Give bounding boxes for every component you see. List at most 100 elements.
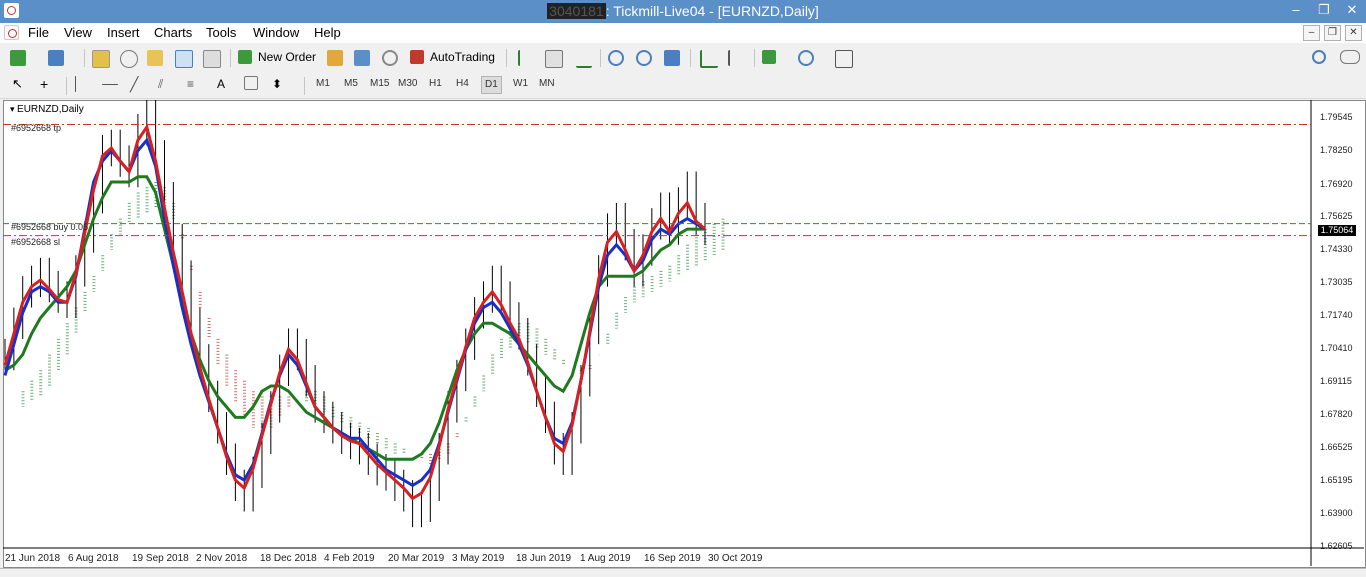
price-tick-label: 1.62605 bbox=[1320, 541, 1353, 551]
price-tick-label: 1.70410 bbox=[1320, 343, 1353, 353]
new-order-button[interactable]: New Order bbox=[258, 50, 316, 64]
timeframe-m30[interactable]: M30 bbox=[398, 78, 417, 89]
timeframe-h4[interactable]: H4 bbox=[456, 78, 469, 89]
timeframe-h1[interactable]: H1 bbox=[429, 78, 442, 89]
current-price-label: 1.75064 bbox=[1318, 225, 1356, 236]
minimize-button[interactable]: – bbox=[1282, 0, 1310, 23]
price-tick-label: 1.79545 bbox=[1320, 112, 1353, 122]
equidistant-channel-icon[interactable]: ⫽ bbox=[158, 76, 174, 92]
templates-icon[interactable] bbox=[835, 50, 853, 68]
date-tick-label: 1 Aug 2019 bbox=[580, 553, 631, 564]
chart-title: EURNZD,Daily bbox=[10, 104, 84, 115]
candlestick-icon[interactable] bbox=[545, 50, 563, 68]
trendline-icon[interactable]: ╱ bbox=[130, 76, 146, 92]
cursor-icon[interactable]: ↖ bbox=[12, 76, 28, 92]
price-tick-label: 1.63900 bbox=[1320, 508, 1353, 518]
autotrading-button[interactable]: AutoTrading bbox=[430, 50, 495, 64]
metaeditor-icon[interactable] bbox=[327, 50, 343, 66]
date-tick-label: 18 Dec 2018 bbox=[260, 553, 317, 564]
date-tick-label: 16 Sep 2019 bbox=[644, 553, 701, 564]
date-tick-label: 21 Jun 2018 bbox=[5, 553, 61, 564]
zoom-in-icon[interactable] bbox=[608, 50, 624, 66]
crosshair-icon[interactable]: + bbox=[40, 76, 56, 92]
window-title-rest: : Tickmill-Live04 - [EURNZD,Daily] bbox=[605, 3, 819, 19]
price-tick-label: 1.75625 bbox=[1320, 211, 1353, 221]
menu-tools[interactable]: Tools bbox=[206, 25, 236, 40]
auto-scroll-icon[interactable] bbox=[700, 50, 718, 68]
account-number-redacted: 3040181 bbox=[547, 3, 606, 19]
order-tp-label: #6952668 tp bbox=[11, 123, 62, 133]
chart-shift-icon[interactable] bbox=[728, 50, 746, 66]
date-tick-label: 30 Oct 2019 bbox=[708, 553, 763, 564]
timeframe-mn[interactable]: MN bbox=[539, 78, 555, 89]
horizontal-line-icon[interactable] bbox=[102, 84, 118, 85]
date-tick-label: 3 May 2019 bbox=[452, 553, 505, 564]
mdi-minimize-button[interactable]: – bbox=[1303, 25, 1320, 41]
chat-icon[interactable] bbox=[1340, 50, 1360, 64]
price-tick-label: 1.76920 bbox=[1320, 179, 1353, 189]
price-tick-label: 1.71740 bbox=[1320, 310, 1353, 320]
price-tick-label: 1.69115 bbox=[1320, 376, 1352, 386]
profiles-icon[interactable] bbox=[48, 50, 64, 66]
menu-insert[interactable]: Insert bbox=[107, 25, 140, 40]
chart-icon[interactable] bbox=[4, 25, 19, 40]
kijun-sen-line bbox=[4, 175, 705, 461]
maximize-button[interactable]: ❐ bbox=[1310, 0, 1338, 23]
tile-windows-icon[interactable] bbox=[664, 50, 680, 66]
text-label-icon[interactable] bbox=[244, 76, 258, 90]
price-tick-label: 1.67820 bbox=[1320, 409, 1353, 419]
price-tick-label: 1.73035 bbox=[1320, 277, 1353, 287]
menu-help[interactable]: Help bbox=[314, 25, 341, 40]
menu-window[interactable]: Window bbox=[253, 25, 299, 40]
arrows-icon[interactable]: ⬍ bbox=[272, 76, 288, 92]
window-title: 3040181: Tickmill-Live04 - [EURNZD,Daily… bbox=[0, 3, 1366, 19]
fibonacci-icon[interactable]: ≡ bbox=[187, 76, 203, 92]
mdi-close-button[interactable]: ✕ bbox=[1345, 25, 1362, 41]
terminal-icon[interactable] bbox=[175, 50, 193, 68]
order-buy-label: #6952668 buy 0.05 bbox=[11, 222, 89, 232]
line-chart-icon[interactable] bbox=[576, 50, 592, 68]
mdi-restore-button[interactable]: ❐ bbox=[1324, 25, 1341, 41]
vertical-line-icon[interactable] bbox=[75, 76, 76, 92]
menu-file[interactable]: File bbox=[28, 25, 49, 40]
periodicity-icon[interactable] bbox=[798, 50, 814, 66]
menu-bar: File View Insert Charts Tools Window Hel… bbox=[0, 23, 1366, 43]
navigator-icon[interactable] bbox=[147, 50, 163, 66]
new-order-icon[interactable] bbox=[238, 50, 252, 64]
price-tick-label: 1.74330 bbox=[1320, 244, 1353, 254]
menu-charts[interactable]: Charts bbox=[154, 25, 192, 40]
date-tick-label: 6 Aug 2018 bbox=[68, 553, 119, 564]
date-tick-label: 18 Jun 2019 bbox=[516, 553, 572, 564]
search-icon[interactable] bbox=[1312, 50, 1326, 64]
timeframe-m15[interactable]: M15 bbox=[370, 78, 389, 89]
new-chart-icon[interactable] bbox=[10, 50, 26, 66]
standard-toolbar: New Order AutoTrading bbox=[0, 44, 1366, 73]
date-tick-label: 4 Feb 2019 bbox=[324, 553, 375, 564]
timeframe-d1[interactable]: D1 bbox=[481, 76, 502, 94]
timeframe-w1[interactable]: W1 bbox=[513, 78, 528, 89]
text-icon[interactable]: A bbox=[217, 76, 233, 92]
menu-view[interactable]: View bbox=[64, 25, 92, 40]
community-icon[interactable] bbox=[354, 50, 370, 66]
timeframe-m1[interactable]: M1 bbox=[316, 78, 330, 89]
price-tick-label: 1.66525 bbox=[1320, 442, 1353, 452]
autotrading-icon[interactable] bbox=[410, 50, 424, 64]
tenkan-sen-line bbox=[3, 137, 706, 488]
market-watch-icon[interactable] bbox=[92, 50, 110, 68]
date-tick-label: 2 Nov 2018 bbox=[196, 553, 248, 564]
date-tick-label: 20 Mar 2019 bbox=[388, 553, 445, 564]
date-tick-label: 19 Sep 2018 bbox=[132, 553, 189, 564]
price-tick-label: 1.65195 bbox=[1320, 475, 1353, 485]
bar-chart-icon[interactable] bbox=[518, 50, 536, 66]
timeframe-m5[interactable]: M5 bbox=[344, 78, 358, 89]
line-studies-toolbar: ↖ + ╱ ⫽ ≡ A ⬍ M1 M5 M15 M30 H1 H4 D1 W1 … bbox=[0, 72, 1366, 99]
strategy-tester-icon[interactable] bbox=[203, 50, 221, 68]
price-chart[interactable] bbox=[3, 100, 1364, 566]
price-tick-label: 1.78250 bbox=[1320, 145, 1353, 155]
signals-icon[interactable] bbox=[382, 50, 398, 66]
zoom-out-icon[interactable] bbox=[636, 50, 652, 66]
title-bar: 3040181: Tickmill-Live04 - [EURNZD,Daily… bbox=[0, 0, 1366, 23]
close-button[interactable]: ✕ bbox=[1338, 0, 1366, 23]
data-window-icon[interactable] bbox=[120, 50, 138, 68]
indicators-icon[interactable] bbox=[762, 50, 776, 64]
